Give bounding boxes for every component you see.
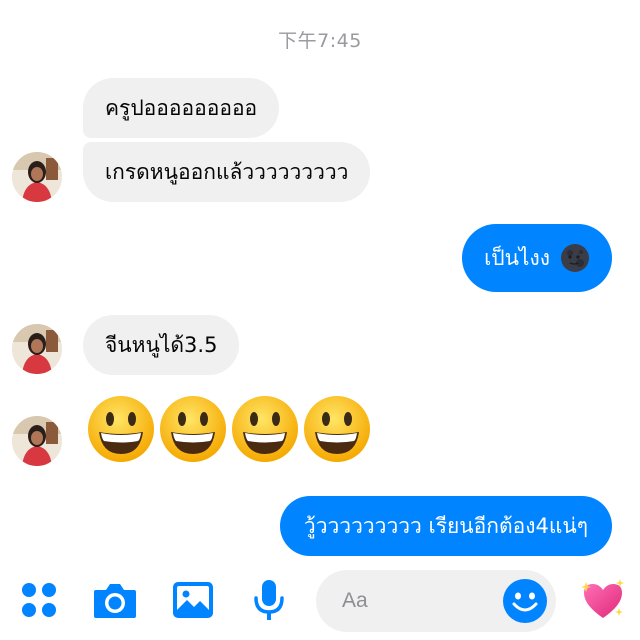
message-composer [316, 570, 556, 632]
message-input[interactable] [342, 588, 482, 614]
more-dots-icon[interactable] [16, 577, 62, 623]
grinning-face-icon [302, 394, 372, 464]
grinning-face-icon [158, 394, 228, 464]
message-bubble-outgoing[interactable]: เป็นไงง [462, 224, 612, 292]
message-bubble-outgoing[interactable]: วู้ววววววววว เรียนอีกต้อง4แน่ๆ [279, 496, 612, 556]
message-text: เกรดหนูออกแล้ววววววววว [105, 159, 349, 184]
message-bubble-incoming[interactable]: จีนหนูได้3.5 [83, 315, 240, 375]
photo-icon[interactable] [170, 577, 216, 623]
emoji-message[interactable] [86, 394, 372, 464]
new-moon-face-icon [560, 243, 590, 273]
grinning-face-icon [86, 394, 156, 464]
message-text: เป็นไงง [484, 245, 550, 270]
chat-timestamp: 下午7:45 [278, 30, 362, 52]
grinning-face-icon [230, 394, 300, 464]
smiley-icon[interactable] [502, 578, 548, 624]
message-text: ครูปอออออออออ [105, 95, 258, 120]
message-text: จีนหนูได้3.5 [105, 332, 218, 357]
contact-avatar[interactable] [12, 324, 62, 374]
message-text: วู้ววววววววว เรียนอีกต้อง4แน่ๆ [303, 513, 588, 538]
camera-icon[interactable] [92, 577, 138, 623]
contact-avatar[interactable] [12, 152, 62, 202]
message-bubble-incoming[interactable]: ครูปอออออออออ [83, 78, 280, 138]
sparkling-heart-icon[interactable] [580, 577, 626, 623]
contact-avatar[interactable] [12, 416, 62, 466]
message-bubble-incoming[interactable]: เกรดหนูออกแล้ววววววววว [83, 142, 371, 202]
microphone-icon[interactable] [246, 577, 292, 623]
